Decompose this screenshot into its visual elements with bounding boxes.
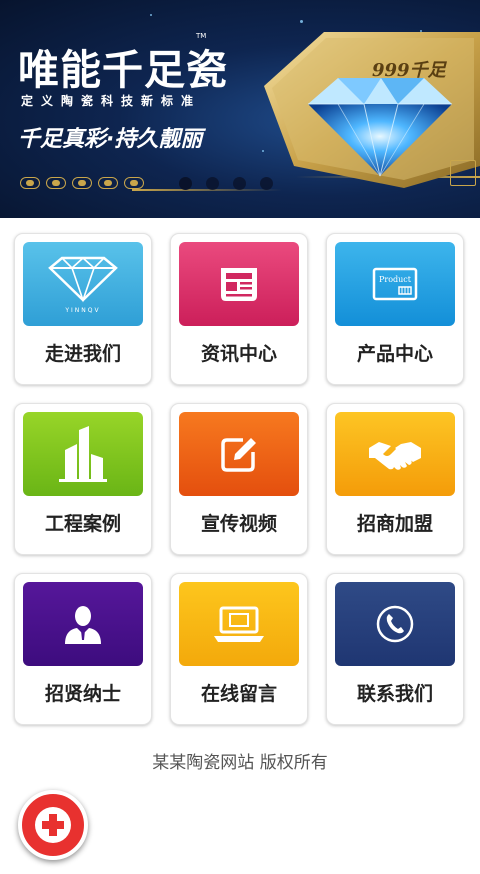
menu-label: 资讯中心 — [200, 343, 277, 365]
brand-logo-icon — [450, 160, 476, 186]
menu-tile-message[interactable]: 在线留言 — [170, 573, 308, 725]
badge-icon — [98, 177, 118, 189]
menu-icon-box: Product — [335, 242, 455, 326]
carousel-dot[interactable] — [206, 177, 219, 190]
laptop-icon — [214, 606, 264, 642]
buildings-icon — [59, 426, 107, 482]
handshake-icon — [369, 442, 421, 470]
certification-badges — [20, 177, 144, 189]
brand-title: 唯能千足瓷 — [18, 46, 228, 94]
sparkle-decoration — [150, 14, 152, 16]
phone-icon — [376, 605, 414, 643]
carousel-dot[interactable] — [233, 177, 246, 190]
menu-icon-box — [335, 412, 455, 496]
product-mark: 999千足 — [372, 60, 448, 81]
copyright-text: 某某陶瓷网站 版权所有 — [152, 753, 328, 773]
menu-icon-box — [335, 582, 455, 666]
menu-label: 招商加盟 — [356, 513, 433, 535]
edit-icon — [221, 438, 256, 472]
badge-icon — [46, 177, 66, 189]
brand-subtitle: 定义陶瓷科技新标准 — [21, 94, 202, 108]
diamond-icon: YINNQV — [48, 256, 118, 314]
menu-icon-box — [179, 412, 299, 496]
menu-tile-about-us[interactable]: YINNQV 走进我们 — [14, 233, 152, 385]
menu-label: 工程案例 — [44, 513, 121, 535]
menu-icon-box: YINNQV — [23, 242, 143, 326]
badge-icon — [20, 177, 40, 189]
carousel-dot[interactable] — [260, 177, 273, 190]
carousel-dots — [179, 177, 273, 190]
menu-label: 招贤纳士 — [44, 683, 121, 705]
menu-tile-careers[interactable]: 招贤纳士 — [14, 573, 152, 725]
menu-label: 在线留言 — [200, 683, 277, 705]
person-icon — [65, 606, 101, 644]
menu-tile-videos[interactable]: 宣传视频 — [170, 403, 308, 555]
diamond-plate-image: 999千足 — [264, 32, 480, 188]
menu-tile-projects[interactable]: 工程案例 — [14, 403, 152, 555]
menu-icon-box — [23, 412, 143, 496]
menu-tile-franchise[interactable]: 招商加盟 — [326, 403, 464, 555]
newspaper-icon — [221, 268, 257, 301]
menu-icon-box — [179, 582, 299, 666]
menu-icon-box — [179, 242, 299, 326]
menu-tile-products[interactable]: Product 产品中心 — [326, 233, 464, 385]
menu-tile-contact[interactable]: 联系我们 — [326, 573, 464, 725]
menu-label: 产品中心 — [356, 343, 433, 365]
badge-icon — [72, 177, 92, 189]
svg-text:Product: Product — [379, 275, 412, 284]
add-button[interactable] — [18, 790, 88, 860]
menu-icon-box — [23, 582, 143, 666]
menu-label: 走进我们 — [44, 343, 121, 365]
carousel-dot[interactable] — [179, 177, 192, 190]
brand-slogan: 千足真彩·持久靓丽 — [18, 127, 203, 152]
menu-tile-news[interactable]: 资讯中心 — [170, 233, 308, 385]
badge-icon — [124, 177, 144, 189]
svg-text:YINNQV: YINNQV — [64, 307, 100, 314]
product-box-icon: Product — [372, 267, 418, 301]
menu-label: 宣传视频 — [200, 513, 277, 535]
hero-banner[interactable]: 唯能千足瓷 TM 定义陶瓷科技新标准 千足真彩·持久靓丽 999千足 — [0, 0, 480, 218]
plus-icon — [35, 807, 71, 843]
menu-label: 联系我们 — [356, 683, 433, 705]
trademark-symbol: TM — [196, 32, 207, 40]
